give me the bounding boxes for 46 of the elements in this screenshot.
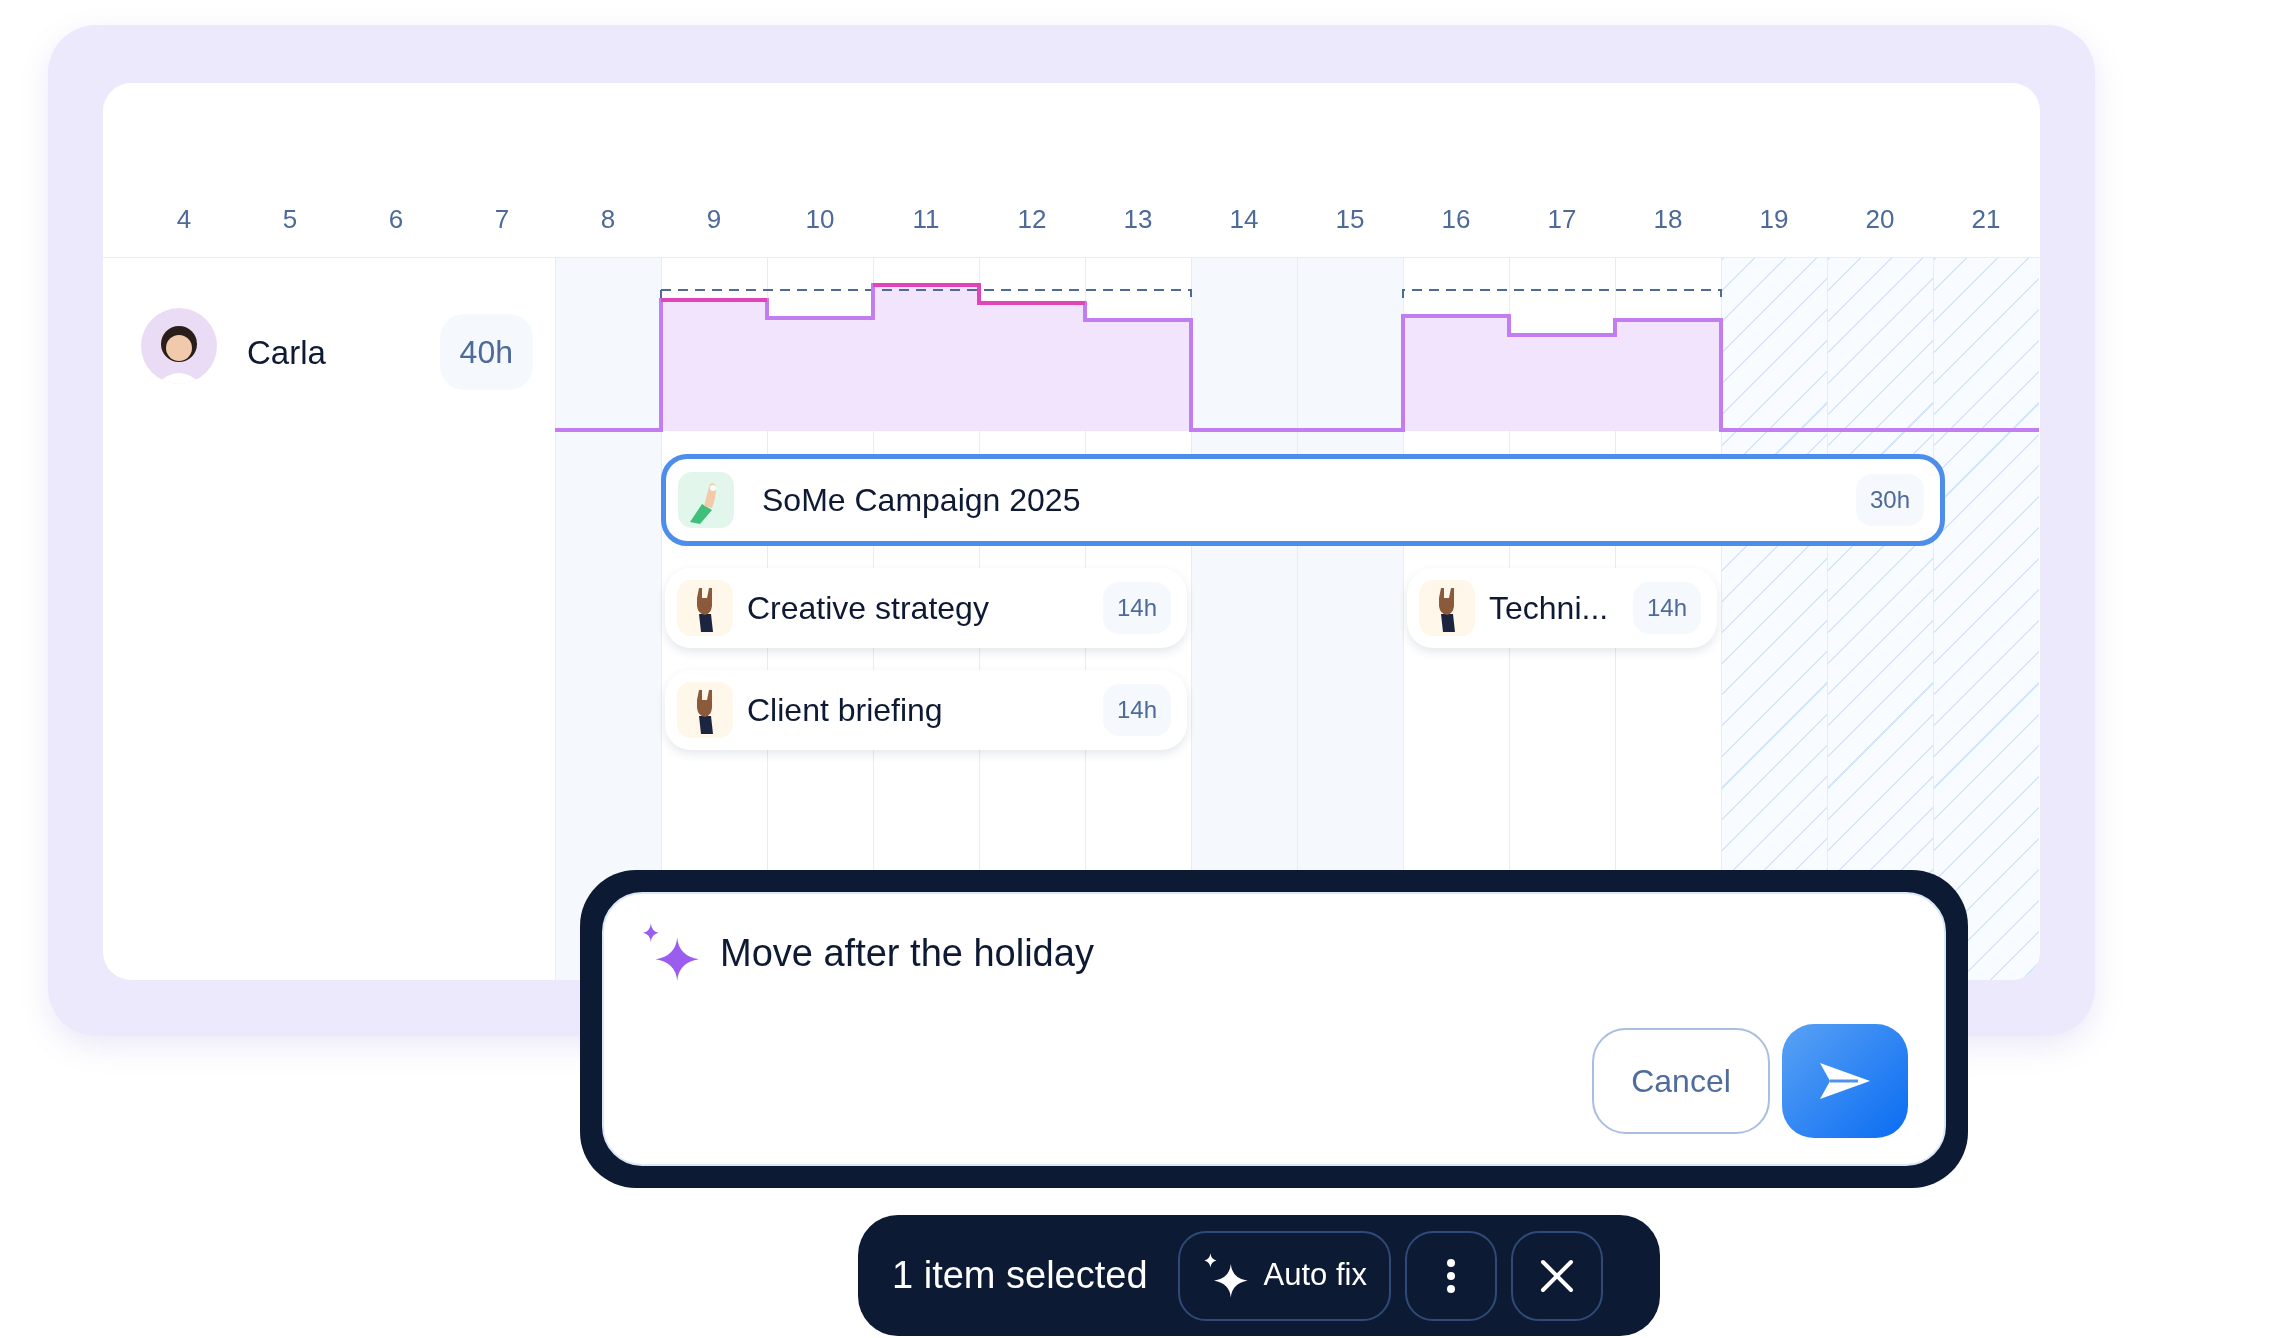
day-label: 5 xyxy=(281,203,299,236)
day-label: 6 xyxy=(387,203,405,236)
day-label: 7 xyxy=(493,203,511,236)
more-button[interactable] xyxy=(1404,1230,1497,1321)
hours-badge: 14h xyxy=(1102,684,1171,736)
task-bar[interactable]: Techni... 14h xyxy=(1407,568,1717,648)
task-title: SoMe Campaign 2025 xyxy=(762,481,1081,520)
day-label: 8 xyxy=(599,203,617,236)
day-label: 15 xyxy=(1334,203,1366,236)
day-label: 13 xyxy=(1122,203,1154,236)
hours-badge: 14h xyxy=(1632,582,1701,634)
hours-badge: 40h xyxy=(439,314,533,390)
day-label: 18 xyxy=(1652,203,1684,236)
day-label: 14 xyxy=(1228,203,1260,236)
task-title: Client briefing xyxy=(747,691,943,730)
day-label: 19 xyxy=(1758,203,1790,236)
day-label: 12 xyxy=(1016,203,1048,236)
hand-icon xyxy=(677,580,733,636)
task-bar[interactable]: Client briefing 14h xyxy=(665,670,1187,750)
more-icon xyxy=(1445,1257,1456,1294)
day-label: 20 xyxy=(1864,203,1896,236)
hand-icon xyxy=(678,472,734,528)
day-label: 9 xyxy=(705,203,723,236)
hand-icon xyxy=(677,682,733,738)
day-label: 17 xyxy=(1546,203,1578,236)
cancel-button[interactable]: Cancel xyxy=(1592,1028,1770,1134)
day-label: 21 xyxy=(1970,203,2002,236)
hand-icon xyxy=(1419,580,1475,636)
prompt-input[interactable]: Move after the holiday xyxy=(720,924,1908,982)
hours-badge: 14h xyxy=(1102,582,1171,634)
task-bar[interactable]: SoMe Campaign 2025 30h xyxy=(661,454,1945,546)
day-label: 4 xyxy=(175,203,193,236)
task-bar[interactable]: Creative strategy 14h xyxy=(665,568,1187,648)
send-button[interactable] xyxy=(1782,1024,1908,1138)
task-title: Techni... xyxy=(1489,589,1609,628)
close-icon xyxy=(1539,1258,1574,1293)
task-title: Creative strategy xyxy=(747,589,989,628)
close-button[interactable] xyxy=(1510,1230,1603,1321)
person-name: Carla xyxy=(247,333,326,373)
day-label: 16 xyxy=(1440,203,1472,236)
day-label: 11 xyxy=(911,203,941,236)
hours-badge: 30h xyxy=(1855,474,1924,526)
auto-fix-button[interactable]: Auto fix xyxy=(1177,1230,1391,1321)
send-icon xyxy=(1818,1061,1872,1101)
selection-count: 1 item selected xyxy=(892,1253,1148,1298)
day-label: 10 xyxy=(804,203,836,236)
